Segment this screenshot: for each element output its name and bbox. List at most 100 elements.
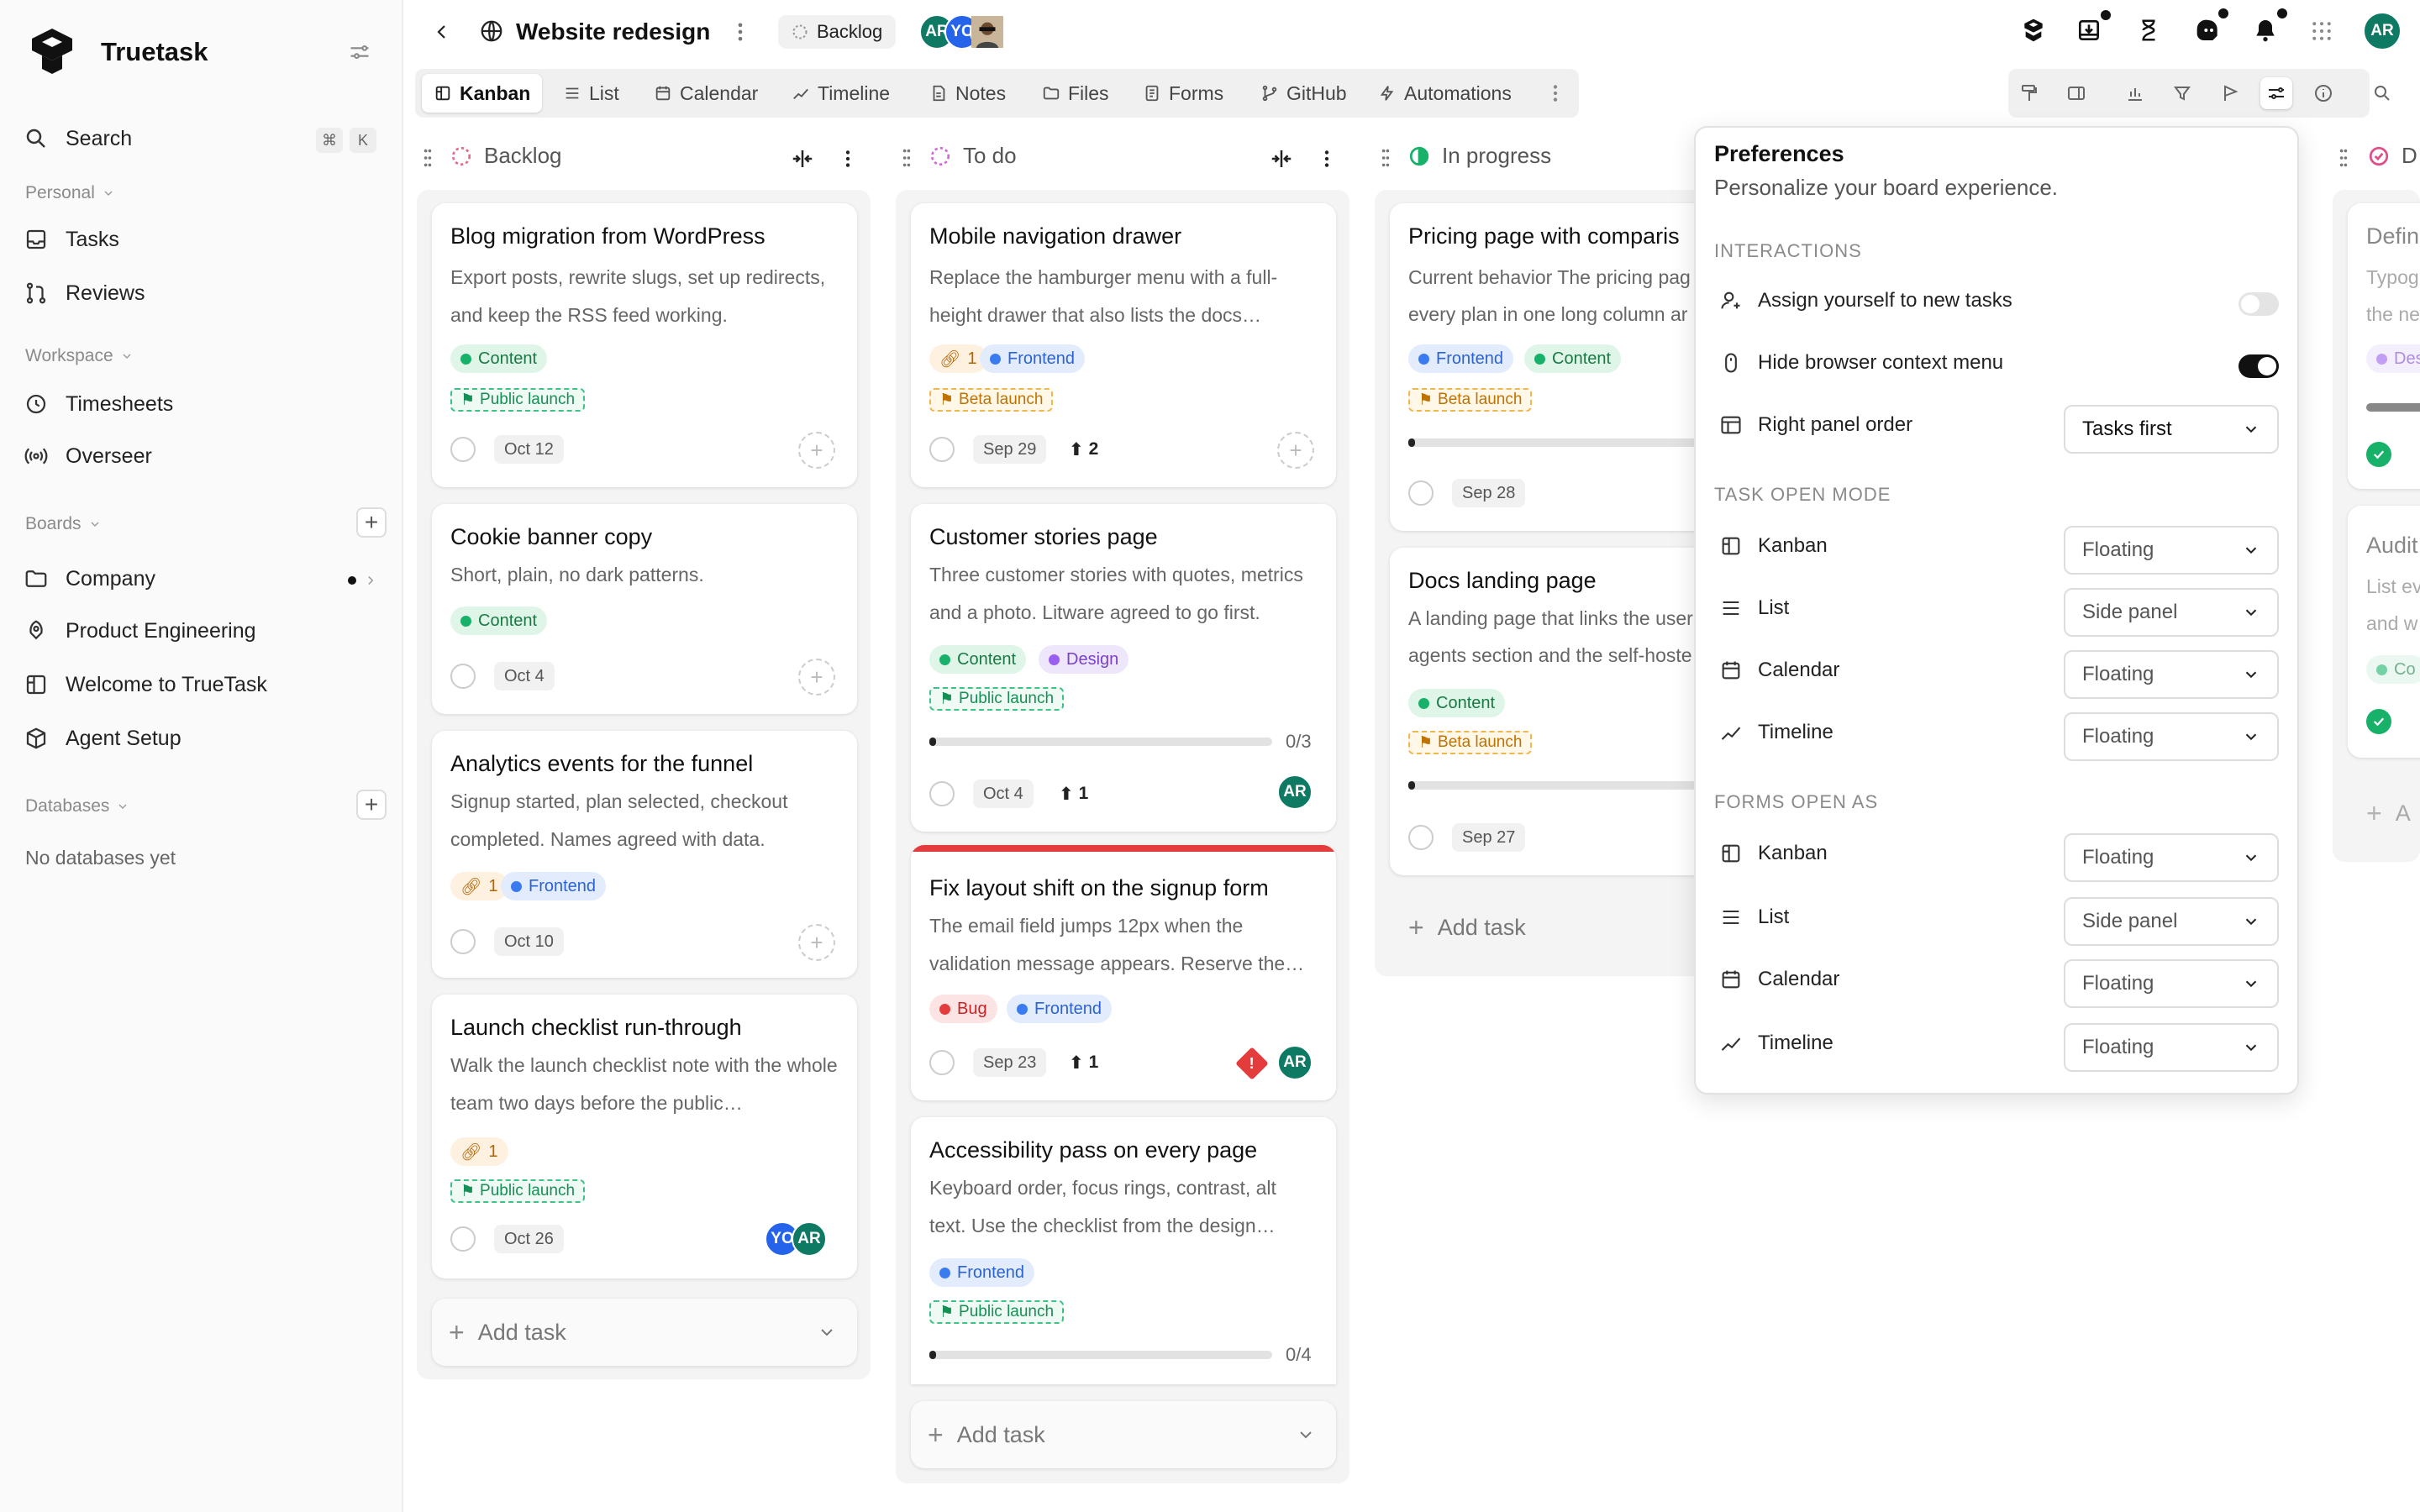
tag-content[interactable]: Content bbox=[929, 645, 1027, 674]
tag-bug[interactable]: Bug bbox=[929, 995, 997, 1023]
milestone-badge[interactable]: ⚑ Beta launch bbox=[929, 388, 1054, 412]
tag-content[interactable]: Content bbox=[450, 344, 548, 373]
priority[interactable]: ⬆ 2 bbox=[1069, 435, 1098, 464]
assign-self-toggle[interactable] bbox=[2238, 292, 2279, 316]
tab-notes[interactable]: Notes bbox=[918, 74, 1018, 113]
milestone-badge[interactable]: ⚑ Public launch bbox=[929, 687, 1065, 711]
due-date[interactable]: Sep 23 bbox=[973, 1048, 1047, 1077]
tag-content[interactable]: Co bbox=[2366, 655, 2420, 684]
tab-forms[interactable]: Forms bbox=[1131, 74, 1235, 113]
tab-github[interactable]: GitHub bbox=[1249, 74, 1359, 113]
complete-checkbox[interactable] bbox=[450, 664, 476, 689]
task-card[interactable]: Cookie banner copy Short, plain, no dark… bbox=[432, 504, 857, 714]
complete-checkbox[interactable] bbox=[929, 437, 955, 462]
due-date[interactable]: Oct 4 bbox=[973, 780, 1034, 808]
hide-context-menu-toggle[interactable] bbox=[2238, 354, 2279, 378]
hourglass-icon[interactable] bbox=[2136, 17, 2161, 44]
milestone-badge[interactable]: ⚑ Beta launch bbox=[1408, 388, 1533, 412]
add-task[interactable]: + Add task bbox=[1408, 912, 1526, 943]
drag-handle-icon[interactable] bbox=[901, 148, 913, 168]
milestone-badge[interactable]: ⚑ Public launch bbox=[450, 388, 586, 412]
column-header[interactable]: To do bbox=[929, 143, 1017, 169]
status-chip[interactable]: Backlog bbox=[778, 15, 897, 49]
task-open-list-select[interactable]: Side panel bbox=[2064, 588, 2279, 637]
task-card[interactable]: Launch checklist run-through Walk the la… bbox=[432, 995, 857, 1278]
tag-design[interactable]: Design bbox=[1039, 645, 1129, 674]
add-assignee-icon[interactable]: + bbox=[798, 924, 835, 961]
flag-icon[interactable] bbox=[2215, 77, 2247, 109]
sidebar-item-product-engineering[interactable]: Product Engineering bbox=[24, 618, 256, 643]
forms-open-timeline-select[interactable]: Floating bbox=[2064, 1023, 2279, 1072]
tag-design[interactable]: Des bbox=[2366, 344, 2420, 373]
complete-checkbox[interactable] bbox=[929, 1050, 955, 1075]
collapse-column-icon[interactable] bbox=[790, 146, 815, 171]
add-database-button[interactable]: + bbox=[356, 790, 387, 820]
complete-checkbox[interactable] bbox=[929, 781, 955, 806]
forms-open-calendar-select[interactable]: Floating bbox=[2064, 959, 2279, 1008]
drag-handle-icon[interactable] bbox=[1380, 148, 1392, 168]
sidebar-settings-icon[interactable] bbox=[348, 40, 371, 64]
task-open-calendar-select[interactable]: Floating bbox=[2064, 650, 2279, 699]
sidebar-item-reviews[interactable]: Reviews bbox=[24, 281, 145, 306]
chevron-down-icon[interactable] bbox=[1296, 1425, 1316, 1445]
assignee-avatar[interactable]: AR bbox=[792, 1221, 827, 1257]
member-avatar-photo[interactable] bbox=[970, 14, 1005, 50]
due-date[interactable]: Sep 28 bbox=[1452, 479, 1526, 507]
apps-grid-icon[interactable] bbox=[2309, 18, 2334, 44]
preferences-icon[interactable] bbox=[2260, 77, 2292, 109]
column-more-icon[interactable] bbox=[844, 148, 852, 170]
link-count-badge[interactable]: 🔗︎ 1 bbox=[929, 344, 987, 373]
chevron-down-icon[interactable] bbox=[817, 1322, 837, 1342]
due-date[interactable]: Oct 4 bbox=[494, 662, 555, 690]
task-card[interactable]: Fix layout shift on the signup form The … bbox=[911, 845, 1336, 1100]
sidebar-search[interactable]: Search bbox=[24, 126, 132, 151]
task-card[interactable]: Mobile navigation drawer Replace the ham… bbox=[911, 203, 1336, 487]
app-logo-icon[interactable] bbox=[27, 25, 77, 76]
priority[interactable]: ⬆ 1 bbox=[1069, 1048, 1098, 1077]
tag-content[interactable]: Content bbox=[450, 606, 548, 635]
column-more-icon[interactable] bbox=[1323, 148, 1331, 170]
tab-kanban[interactable]: Kanban bbox=[422, 74, 543, 113]
board-more-icon[interactable] bbox=[736, 20, 744, 44]
due-date[interactable]: Oct 10 bbox=[494, 927, 564, 956]
task-card[interactable]: Customer stories page Three customer sto… bbox=[911, 504, 1336, 832]
panel-icon[interactable] bbox=[2060, 77, 2092, 109]
add-board-button[interactable]: + bbox=[356, 507, 387, 538]
bell-icon[interactable] bbox=[2252, 17, 2279, 44]
sidebar-item-timesheets[interactable]: Timesheets bbox=[24, 391, 173, 417]
due-date[interactable]: Oct 26 bbox=[494, 1225, 564, 1253]
due-date[interactable]: Sep 29 bbox=[973, 435, 1047, 464]
check-done-icon[interactable] bbox=[2366, 442, 2391, 467]
chevron-right-icon[interactable] bbox=[363, 571, 378, 590]
tag-content[interactable]: Content bbox=[1524, 344, 1622, 373]
tab-list[interactable]: List bbox=[551, 74, 631, 113]
tag-frontend[interactable]: Frontend bbox=[1408, 344, 1514, 373]
complete-checkbox[interactable] bbox=[450, 437, 476, 462]
milestone-badge[interactable]: ⚑ Public launch bbox=[929, 1300, 1065, 1324]
complete-checkbox[interactable] bbox=[1408, 480, 1434, 506]
milestone-badge[interactable]: ⚑ Public launch bbox=[450, 1179, 586, 1203]
add-assignee-icon[interactable]: + bbox=[798, 659, 835, 696]
inbox-download-icon[interactable] bbox=[2075, 17, 2102, 44]
column-header[interactable]: In progress bbox=[1408, 143, 1551, 169]
task-card[interactable]: Blog migration from WordPress Export pos… bbox=[432, 203, 857, 487]
add-assignee-icon[interactable]: + bbox=[798, 432, 835, 469]
tag-frontend[interactable]: Frontend bbox=[980, 344, 1086, 373]
link-count-badge[interactable]: 🔗︎ 1 bbox=[450, 872, 508, 900]
section-workspace[interactable]: Workspace bbox=[25, 346, 134, 366]
add-assignee-icon[interactable]: + bbox=[1277, 432, 1314, 469]
tag-frontend[interactable]: Frontend bbox=[1007, 995, 1113, 1023]
task-card[interactable]: Audit List ev and w Co bbox=[2348, 506, 2420, 758]
task-card[interactable]: Analytics events for the funnel Signup s… bbox=[432, 731, 857, 978]
add-task[interactable]: + Add task bbox=[928, 1420, 1045, 1451]
info-icon[interactable] bbox=[2307, 77, 2339, 109]
task-card[interactable]: Defin Typog the ne Des bbox=[2348, 203, 2420, 489]
tag-frontend[interactable]: Frontend bbox=[929, 1258, 1035, 1287]
complete-checkbox[interactable] bbox=[450, 929, 476, 954]
task-open-timeline-select[interactable]: Floating bbox=[2064, 712, 2279, 761]
sidebar-item-company[interactable]: Company bbox=[24, 566, 155, 591]
right-panel-order-select[interactable]: Tasks first bbox=[2064, 405, 2279, 454]
due-date[interactable]: Oct 12 bbox=[494, 435, 564, 464]
link-count-badge[interactable]: 🔗︎ 1 bbox=[450, 1137, 508, 1166]
tab-timeline[interactable]: Timeline bbox=[780, 74, 902, 113]
